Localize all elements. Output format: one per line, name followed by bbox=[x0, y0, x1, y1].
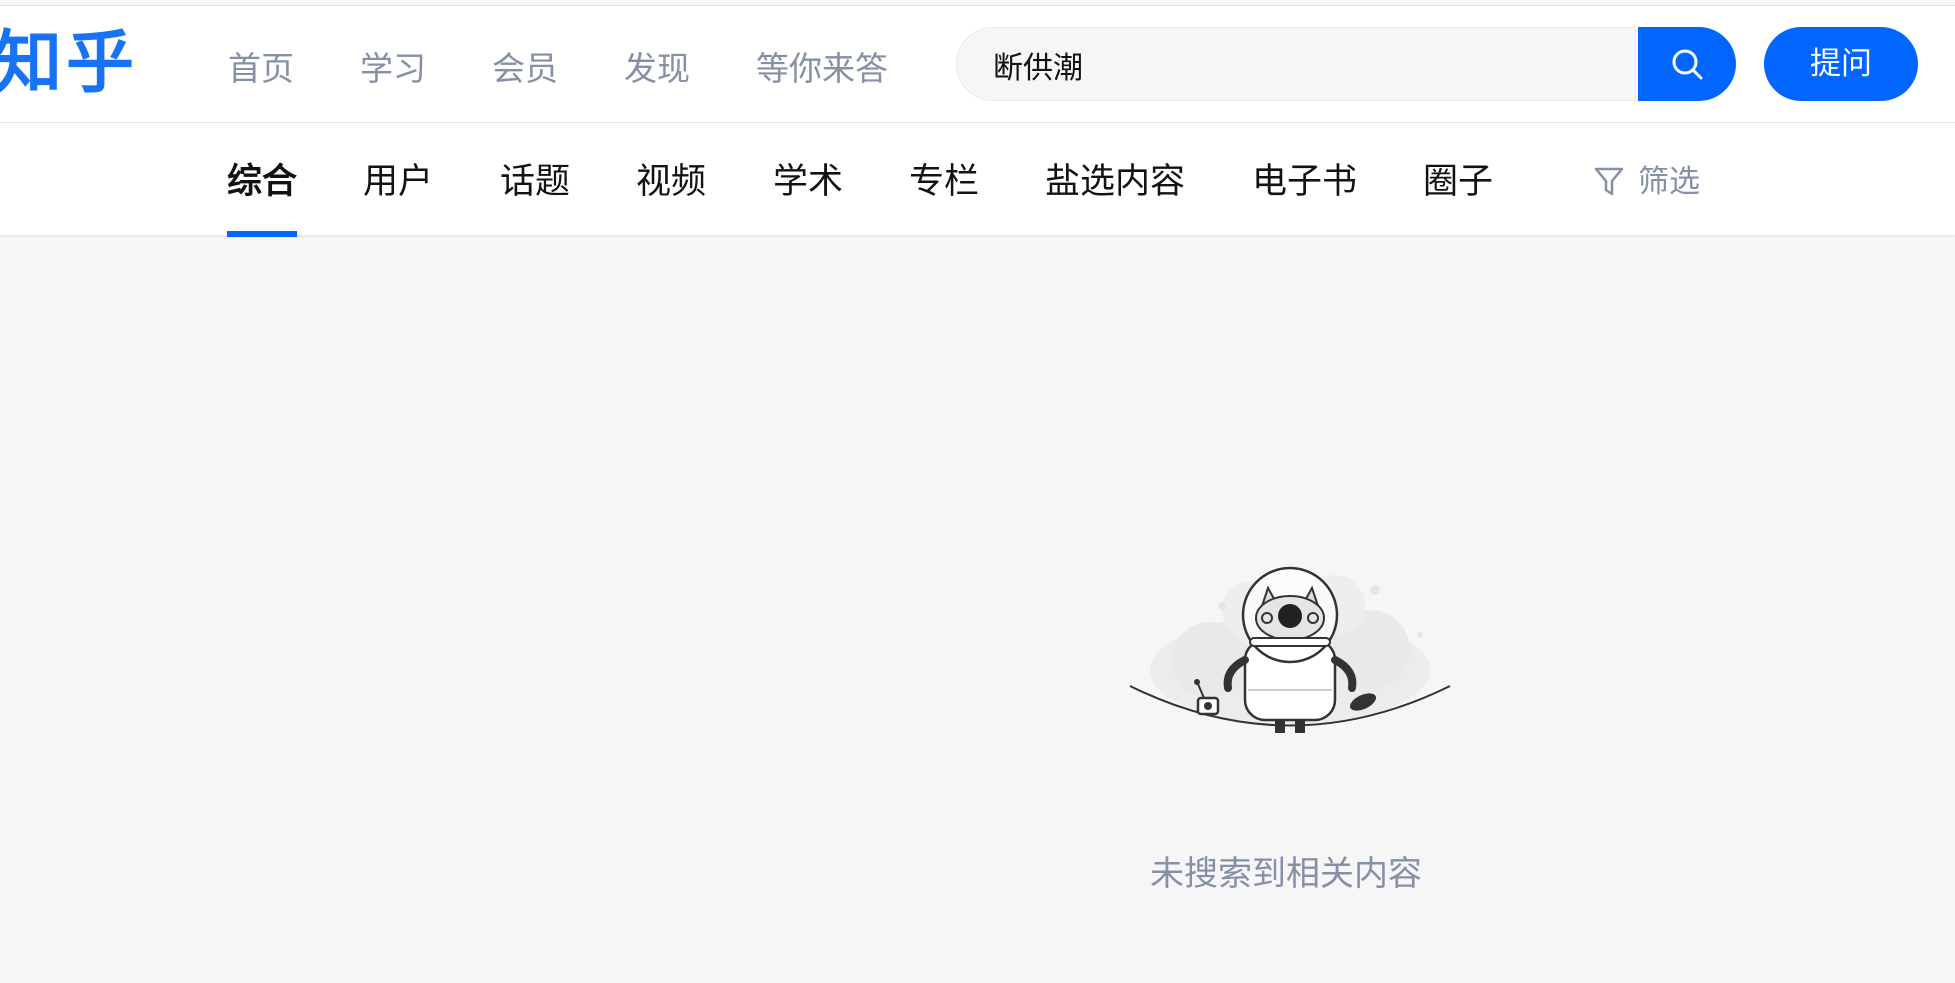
filter-label: 筛选 bbox=[1638, 164, 1700, 200]
tab-videos[interactable]: 视频 bbox=[636, 159, 706, 205]
filter-icon bbox=[1594, 167, 1624, 196]
tab-users[interactable]: 用户 bbox=[363, 159, 433, 205]
search-tabs-bar: 综合 用户 话题 视频 学术 专栏 盐选内容 电子书 圈子 筛选 bbox=[0, 123, 1955, 237]
tab-ebooks[interactable]: 电子书 bbox=[1252, 159, 1357, 205]
tab-circles[interactable]: 圈子 bbox=[1423, 159, 1493, 205]
tab-academic[interactable]: 学术 bbox=[773, 159, 843, 205]
ask-question-button[interactable]: 提问 bbox=[1764, 27, 1918, 101]
active-tab-indicator bbox=[227, 231, 297, 237]
nav-learning[interactable]: 学习 bbox=[360, 44, 426, 94]
nav-membership[interactable]: 会员 bbox=[492, 44, 558, 94]
tab-salt-selection[interactable]: 盐选内容 bbox=[1045, 159, 1185, 205]
nav-home[interactable]: 首页 bbox=[228, 44, 294, 94]
tab-general[interactable]: 综合 bbox=[227, 159, 297, 205]
nav-discover[interactable]: 发现 bbox=[624, 44, 690, 94]
search-box bbox=[956, 27, 1636, 102]
header: 知乎 首页 学习 会员 发现 等你来答 提问 bbox=[0, 6, 1955, 123]
search-icon bbox=[1672, 49, 1703, 80]
tab-columns[interactable]: 专栏 bbox=[909, 159, 979, 205]
empty-state-message: 未搜索到相关内容 bbox=[1150, 854, 1422, 894]
nav-waiting-answers[interactable]: 等你来答 bbox=[756, 44, 888, 94]
zhihu-logo[interactable]: 知乎 bbox=[0, 24, 138, 104]
tab-topics[interactable]: 话题 bbox=[500, 159, 570, 205]
search-input[interactable] bbox=[991, 28, 1595, 102]
robot-empty-illustration bbox=[1129, 566, 1451, 740]
search-button[interactable] bbox=[1638, 27, 1736, 101]
